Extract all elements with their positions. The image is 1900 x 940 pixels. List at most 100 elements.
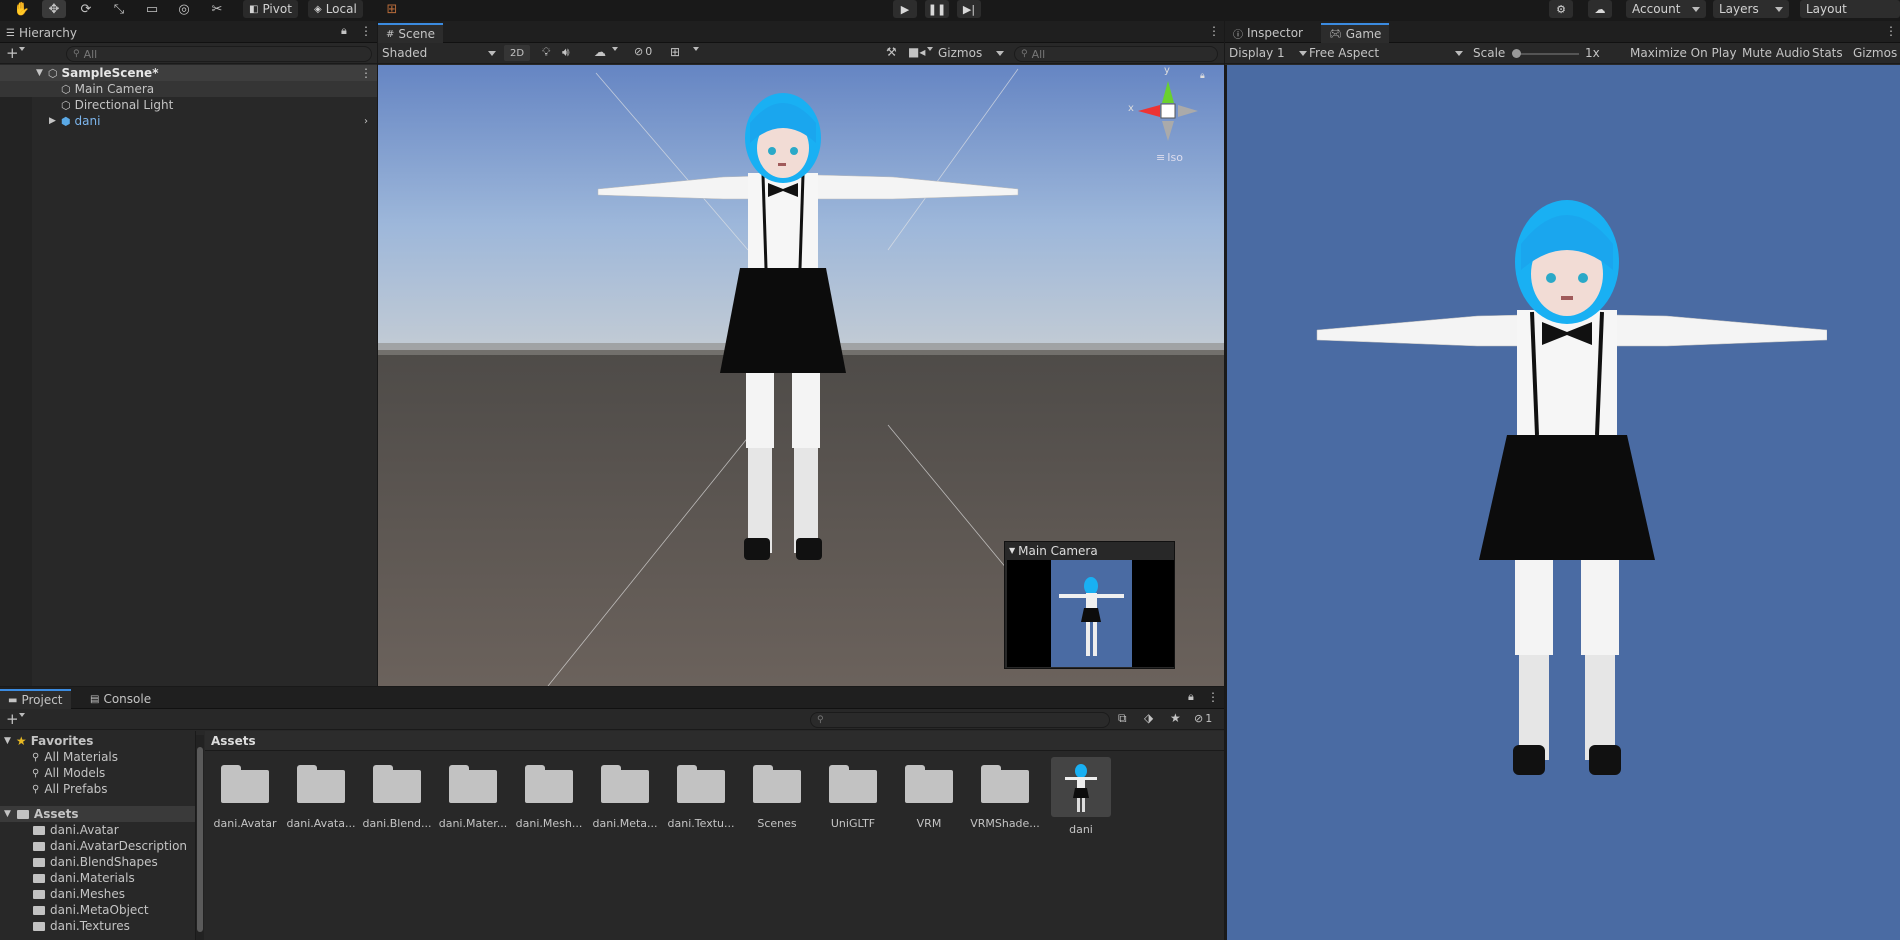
maximize-on-play-toggle[interactable]: Maximize On Play xyxy=(1630,46,1737,60)
asset-folder-scenes[interactable]: Scenes xyxy=(742,757,812,830)
hidden-packages-toggle[interactable]: ⊘ 1 xyxy=(1194,712,1212,725)
grid-toggle-icon[interactable]: ⊞ xyxy=(670,45,680,59)
scale-tool-icon[interactable]: ⤡ xyxy=(107,0,131,18)
lock-icon[interactable]: 🔒︎ xyxy=(341,24,347,38)
mute-audio-toggle[interactable]: Mute Audio xyxy=(1742,46,1810,60)
cloud-icon[interactable]: ☁ xyxy=(1588,0,1612,18)
play-button[interactable]: ▶ xyxy=(893,0,917,18)
rotate-tool-icon[interactable]: ⟳ xyxy=(74,0,98,18)
asset-folder-vrmshaders[interactable]: VRMShade... xyxy=(970,757,1040,830)
asset-folder-dani-meshes[interactable]: dani.Mesh... xyxy=(514,757,584,830)
chevron-down-icon[interactable] xyxy=(927,47,933,65)
asset-prefab-dani[interactable]: dani xyxy=(1046,757,1116,836)
tools-icon[interactable]: ⚒ xyxy=(886,45,897,59)
aspect-dropdown[interactable]: Free Aspect xyxy=(1309,45,1463,61)
kebab-menu-icon[interactable]: ⋮ xyxy=(360,66,372,80)
assets-root-row[interactable]: ▼ Assets xyxy=(0,806,195,822)
chevron-down-icon[interactable] xyxy=(612,47,618,65)
favorite-all-prefabs[interactable]: ⚲ All Prefabs xyxy=(0,781,195,797)
projection-toggle[interactable]: ≡ Iso xyxy=(1156,151,1183,164)
asset-folder-dani-avatar[interactable]: dani.Avatar xyxy=(210,757,280,830)
tree-folder-dani-avatar[interactable]: dani.Avatar xyxy=(0,822,195,838)
hierarchy-item-dani[interactable]: ▶ ⬢ dani › xyxy=(0,113,377,129)
hidden-objects-toggle[interactable]: ⊘ 0 xyxy=(634,45,652,58)
custom-tool-icon[interactable]: ✂ xyxy=(205,0,229,18)
account-dropdown[interactable]: Account xyxy=(1626,0,1706,18)
chevron-down-icon[interactable] xyxy=(19,47,25,65)
breadcrumb-assets[interactable]: Assets xyxy=(211,734,256,748)
lighting-toggle-icon[interactable]: 💡︎ xyxy=(542,45,550,60)
scale-slider[interactable] xyxy=(1512,49,1579,58)
move-tool-icon[interactable]: ✥ xyxy=(42,0,66,18)
game-viewport[interactable] xyxy=(1225,65,1900,940)
asset-folder-vrm[interactable]: VRM xyxy=(894,757,964,830)
hand-tool-icon[interactable]: ✋ xyxy=(10,0,34,18)
favorite-all-materials[interactable]: ⚲ All Materials xyxy=(0,749,195,765)
asset-folder-dani-avatardescription[interactable]: dani.Avata... xyxy=(286,757,356,830)
display-dropdown[interactable]: Display 1 xyxy=(1229,45,1307,61)
scene-viewport[interactable]: y x 🔒︎ ≡ Iso ▼ Main Camera xyxy=(378,65,1224,686)
camera-preview-window[interactable]: ▼ Main Camera xyxy=(1004,541,1175,669)
star-icon[interactable]: ★ xyxy=(1170,711,1181,725)
filter-type-icon[interactable]: ⧉ xyxy=(1118,711,1127,726)
tab-game[interactable]: 🎮︎ Game xyxy=(1321,23,1390,43)
tree-folder-dani-avatardescription[interactable]: dani.AvatarDescription xyxy=(0,838,195,854)
tree-folder-dani-meshes[interactable]: dani.Meshes xyxy=(0,886,195,902)
pivot-toggle[interactable]: ◧ Pivot xyxy=(243,0,298,18)
tree-scrollbar-thumb[interactable] xyxy=(197,747,203,932)
local-toggle[interactable]: ◈ Local xyxy=(308,0,363,18)
step-button[interactable]: ▶| xyxy=(957,0,981,18)
kebab-menu-icon[interactable]: ⋮ xyxy=(1885,24,1897,38)
asset-folder-dani-blendshapes[interactable]: dani.Blend... xyxy=(362,757,432,830)
project-search-input[interactable]: ⚲ xyxy=(810,712,1110,728)
camera-icon[interactable]: ■◂ xyxy=(908,45,925,59)
favorites-row[interactable]: ▼ ★ Favorites xyxy=(0,733,195,749)
hierarchy-search-input[interactable]: ⚲ All xyxy=(66,46,372,62)
tab-project[interactable]: ▬ Project xyxy=(0,689,71,709)
2d-toggle[interactable]: 2D xyxy=(504,45,530,61)
lock-icon[interactable]: 🔒︎ xyxy=(1200,71,1205,81)
tab-console[interactable]: ▤ Console xyxy=(82,689,159,709)
kebab-menu-icon[interactable]: ⋮ xyxy=(360,24,372,38)
asset-folder-dani-materials[interactable]: dani.Mater... xyxy=(438,757,508,830)
chevron-right-icon[interactable]: ▶ xyxy=(49,116,56,126)
shading-mode-dropdown[interactable]: Shaded xyxy=(382,45,500,61)
stats-toggle[interactable]: Stats xyxy=(1812,46,1843,60)
kebab-menu-icon[interactable]: ⋮ xyxy=(1207,690,1219,704)
tree-folder-dani-blendshapes[interactable]: dani.BlendShapes xyxy=(0,854,195,870)
tree-folder-dani-textures[interactable]: dani.Textures xyxy=(0,918,195,934)
layout-dropdown[interactable]: Layout xyxy=(1800,0,1900,18)
layers-dropdown[interactable]: Layers xyxy=(1713,0,1789,18)
audio-toggle-icon[interactable]: 🔊︎ xyxy=(562,45,570,60)
grid-snap-icon[interactable]: ⊞ xyxy=(380,0,404,18)
label-icon[interactable]: ⬗ xyxy=(1144,711,1153,725)
chevron-down-icon[interactable]: ▼ xyxy=(1009,546,1015,555)
pause-button[interactable]: ❚❚ xyxy=(925,0,949,18)
hierarchy-item-main-camera[interactable]: ⬡ Main Camera xyxy=(0,81,377,97)
collab-icon[interactable]: ⚙ xyxy=(1549,0,1573,18)
kebab-menu-icon[interactable]: ⋮ xyxy=(1208,24,1220,38)
asset-folder-unigltf[interactable]: UniGLTF xyxy=(818,757,888,830)
chevron-down-icon[interactable] xyxy=(693,47,699,65)
orientation-gizmo[interactable]: y x 🔒︎ ≡ Iso xyxy=(1128,65,1208,171)
scene-search-input[interactable]: ⚲ All xyxy=(1014,46,1218,62)
chevron-right-icon[interactable]: › xyxy=(364,116,368,127)
gizmos-dropdown[interactable]: Gizmos xyxy=(938,45,1004,61)
add-icon[interactable]: + xyxy=(6,44,19,62)
tree-folder-dani-metaobject[interactable]: dani.MetaObject xyxy=(0,902,195,918)
scale-slider-handle[interactable] xyxy=(1512,49,1521,58)
add-icon[interactable]: + xyxy=(6,710,19,728)
transform-tool-icon[interactable]: ◎ xyxy=(172,0,196,18)
favorite-all-models[interactable]: ⚲ All Models xyxy=(0,765,195,781)
asset-folder-dani-metaobject[interactable]: dani.Meta... xyxy=(590,757,660,830)
scene-row[interactable]: ▼ ⬡ SampleScene* ⋮ xyxy=(0,65,377,81)
tree-folder-dani-materials[interactable]: dani.Materials xyxy=(0,870,195,886)
tree-scrollbar[interactable] xyxy=(196,735,204,940)
asset-folder-dani-textures[interactable]: dani.Textu... xyxy=(666,757,736,830)
effects-toggle-icon[interactable]: ☁ xyxy=(594,45,606,59)
gizmos-toggle[interactable]: Gizmos xyxy=(1853,46,1897,60)
rect-tool-icon[interactable]: ▭ xyxy=(140,0,164,18)
chevron-down-icon[interactable] xyxy=(19,713,25,731)
lock-icon[interactable]: 🔒︎ xyxy=(1188,690,1194,704)
tab-hierarchy[interactable]: ☰ Hierarchy xyxy=(0,23,85,43)
